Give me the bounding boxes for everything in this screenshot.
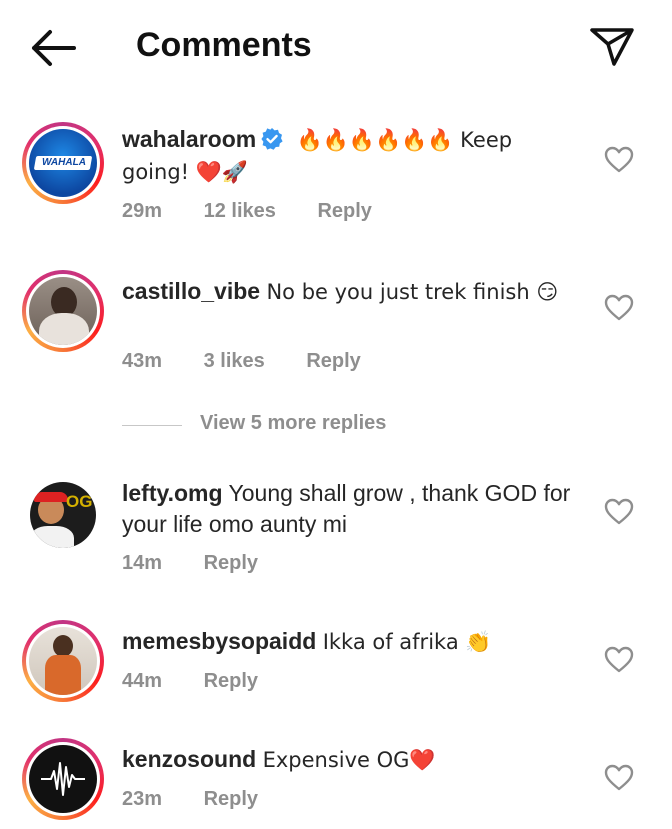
heart-icon[interactable] — [604, 294, 634, 322]
comment-item: WAHALA wahalaroom 🔥🔥🔥🔥🔥🔥 Keep going! ❤️🚀… — [0, 120, 672, 240]
username[interactable]: wahalaroom — [122, 126, 256, 152]
sound-wave-icon — [41, 762, 85, 796]
avatar[interactable] — [22, 738, 104, 820]
username[interactable]: lefty.omg — [122, 480, 223, 506]
timestamp: 23m — [122, 788, 163, 810]
avatar[interactable]: WAHALA — [22, 122, 104, 204]
likes-count[interactable]: 3 likes — [204, 350, 265, 372]
avatar[interactable]: OG — [22, 474, 104, 556]
likes-count[interactable]: 12 likes — [204, 200, 276, 222]
username[interactable]: memesbysopaidd — [122, 628, 316, 654]
timestamp: 44m — [122, 670, 163, 692]
reply-button[interactable]: Reply — [204, 670, 258, 692]
comment-item: castillo_vibe No be you just trek finish… — [0, 268, 672, 378]
username[interactable]: castillo_vibe — [122, 278, 260, 304]
comment-text: wahalaroom 🔥🔥🔥🔥🔥🔥 Keep going! ❤️🚀 — [122, 126, 513, 184]
comment-item: OG lefty.omg Young shall grow , thank GO… — [0, 472, 672, 582]
comment-meta: 43m 3 likes Reply — [122, 350, 397, 373]
comment-item: kenzosound Expensive OG❤️ 23m Reply — [0, 738, 672, 829]
heart-icon[interactable] — [604, 764, 634, 792]
comment-meta: 23m Reply — [122, 788, 294, 811]
timestamp: 29m — [122, 200, 163, 222]
avatar-logo-text: WAHALA — [42, 157, 86, 168]
divider-line — [122, 425, 182, 426]
view-more-replies-label[interactable]: View 5 more replies — [200, 412, 386, 435]
heart-icon[interactable] — [604, 498, 634, 526]
reply-button[interactable]: Reply — [306, 350, 360, 372]
comment-item: memesbysopaidd Ikka of afrika 👏 44m Repl… — [0, 620, 672, 720]
back-arrow-icon[interactable] — [28, 28, 78, 68]
heart-icon[interactable] — [604, 646, 634, 674]
avatar[interactable] — [22, 270, 104, 352]
avatar-logo-text: OG — [66, 492, 93, 511]
verified-badge-icon — [260, 127, 284, 151]
timestamp: 43m — [122, 350, 163, 372]
comment-meta: 14m Reply — [122, 552, 294, 575]
comment-text: kenzosound Expensive OG❤️ — [122, 746, 436, 772]
reply-button[interactable]: Reply — [204, 788, 258, 810]
comment-meta: 29m 12 likes Reply — [122, 200, 408, 223]
page-title: Comments — [136, 26, 312, 64]
view-more-replies[interactable]: View 5 more replies — [122, 410, 442, 440]
avatar[interactable] — [22, 620, 104, 702]
paper-plane-icon[interactable] — [588, 26, 636, 68]
reply-button[interactable]: Reply — [204, 552, 258, 574]
comment-text: lefty.omg Young shall grow , thank GOD f… — [122, 480, 571, 537]
top-bar: Comments — [0, 0, 672, 96]
heart-icon[interactable] — [604, 146, 634, 174]
reply-button[interactable]: Reply — [317, 200, 371, 222]
comment-text: memesbysopaidd Ikka of afrika 👏 — [122, 628, 492, 654]
comment-meta: 44m Reply — [122, 670, 294, 693]
comment-text: castillo_vibe No be you just trek finish… — [122, 278, 559, 304]
timestamp: 14m — [122, 552, 163, 574]
username[interactable]: kenzosound — [122, 746, 256, 772]
